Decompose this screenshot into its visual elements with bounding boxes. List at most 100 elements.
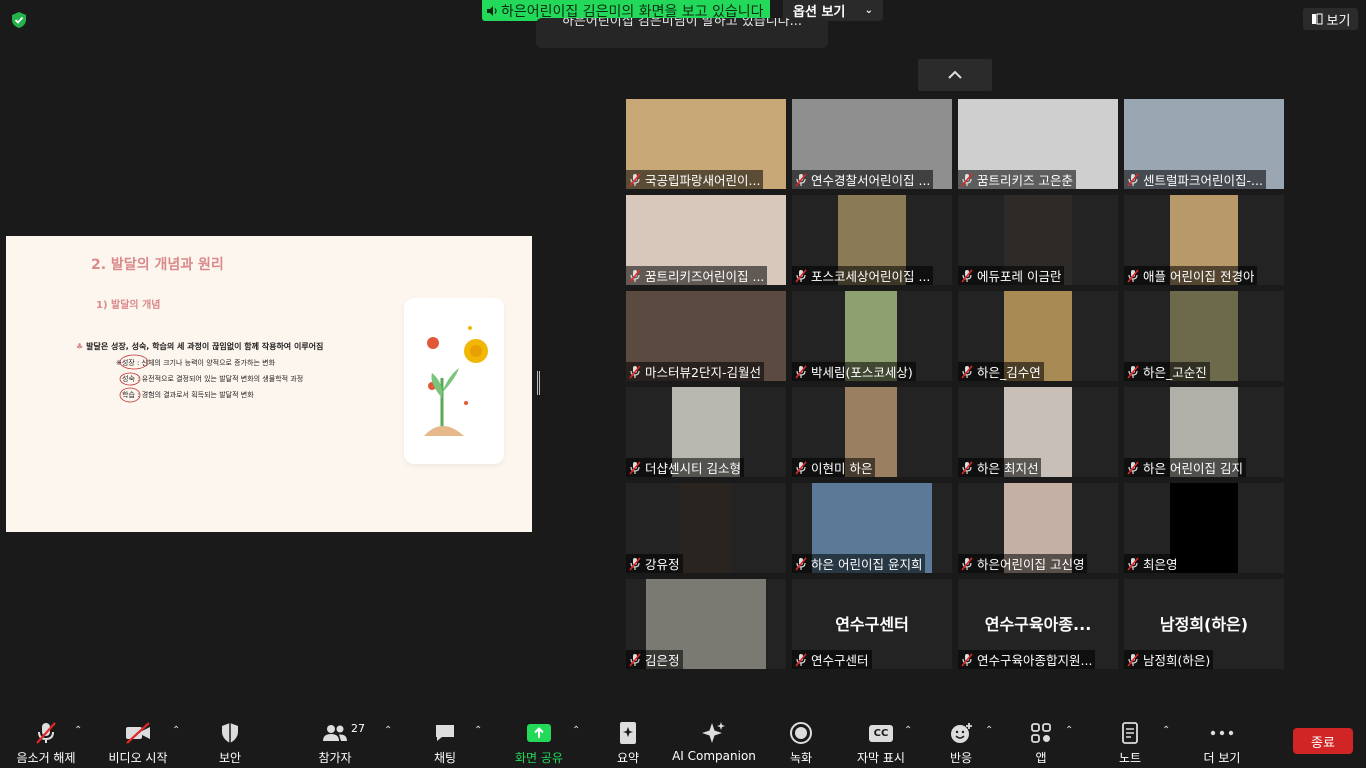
participant-tile[interactable]: 하은 어린이집 김지	[1124, 387, 1284, 477]
notes-options-caret[interactable]: ⌃	[1162, 725, 1170, 736]
more-dots-icon	[1210, 730, 1234, 736]
chat-bubble-icon	[436, 725, 454, 741]
encryption-shield-icon[interactable]	[10, 11, 28, 29]
microphone-muted-icon	[961, 556, 973, 571]
participant-tile[interactable]: 꿈트리키즈어린이집 ...	[626, 195, 786, 285]
participant-name-bar: 포스코세상어린이집 ...	[792, 266, 934, 285]
participant-name: 하은어린이집 고신영	[977, 557, 1085, 572]
microphone-muted-icon	[961, 460, 973, 475]
microphone-muted-icon	[795, 268, 807, 283]
apps-options-caret[interactable]: ⌃	[1065, 725, 1073, 736]
participant-tile[interactable]: 이현미 하은	[792, 387, 952, 477]
participant-tile[interactable]: 포스코세상어린이집 ...	[792, 195, 952, 285]
video-off-icon	[126, 722, 150, 744]
participant-name: 포스코세상어린이집 ...	[811, 269, 931, 284]
participant-tile[interactable]: 연수구센터 연수구센터	[792, 579, 952, 669]
speaker-icon	[487, 5, 497, 16]
captions-options-caret[interactable]: ⌃	[904, 725, 912, 736]
view-button[interactable]: 보기	[1303, 8, 1358, 30]
security-button[interactable]: 보안	[205, 712, 255, 768]
participant-name-bar: 김은정	[626, 650, 683, 669]
participant-display-name: 남정희(하은)	[1159, 615, 1249, 634]
participant-name: 꿈트리키즈 고은춘	[977, 173, 1073, 188]
microphone-muted-icon	[795, 556, 807, 571]
participant-tile[interactable]: 박세림(포스코세상)	[792, 291, 952, 381]
participant-tile[interactable]: 남정희(하은) 남정희(하은)	[1124, 579, 1284, 669]
participant-name: 최은영	[1143, 557, 1178, 572]
participant-name: 강유정	[645, 557, 680, 572]
collapse-gallery-button[interactable]	[918, 59, 992, 91]
notes-button[interactable]: 노트	[1105, 712, 1155, 768]
participants-icon	[323, 725, 347, 741]
participant-name: 연수구육아종합지원...	[977, 653, 1093, 668]
reactions-label: 반응	[949, 751, 973, 765]
participants-label: 참가자	[318, 751, 352, 765]
participant-tile[interactable]: 에듀포레 이금란	[958, 195, 1118, 285]
reactions-button[interactable]: 반응	[936, 712, 986, 768]
video-options-caret[interactable]: ⌃	[172, 725, 180, 736]
participant-tile[interactable]: 연수구육아종... 연수구육아종합지원...	[958, 579, 1118, 669]
participant-name: 하은_고순진	[1143, 365, 1207, 380]
share-screen-button[interactable]: 화면 공유	[507, 712, 571, 768]
microphone-muted-icon	[1127, 556, 1139, 571]
captions-button[interactable]: CC 자막 표시	[852, 712, 910, 768]
participant-name-bar: 꿈트리키즈 고은춘	[958, 170, 1076, 189]
resize-handle[interactable]	[537, 371, 540, 395]
participant-name: 연수경찰서어린이집 ...	[811, 173, 931, 188]
participant-tile[interactable]: 하은_김수연	[958, 291, 1118, 381]
share-options-caret[interactable]: ⌃	[572, 725, 580, 736]
ai-sparkle-icon	[702, 722, 725, 743]
audio-options-caret[interactable]: ⌃	[74, 725, 82, 736]
participant-name: 국공립파랑새어린이...	[645, 173, 761, 188]
participant-tile[interactable]: 하은 어린이집 윤지희	[792, 483, 952, 573]
participant-name-bar: 하은_김수연	[958, 362, 1044, 381]
participant-tile[interactable]: 하은_고순진	[1124, 291, 1284, 381]
participant-tile[interactable]: 최은영	[1124, 483, 1284, 573]
participant-tile[interactable]: 국공립파랑새어린이...	[626, 99, 786, 189]
reactions-options-caret[interactable]: ⌃	[985, 725, 993, 736]
participant-name-bar: 국공립파랑새어린이...	[626, 170, 764, 189]
notes-icon	[1122, 722, 1138, 744]
participant-tile[interactable]: 센트럴파크어린이집-...	[1124, 99, 1284, 189]
active-speaker-text: 하은어린이집 김은미님이 말하고 있습니다...	[561, 18, 803, 29]
participants-count: 27	[351, 722, 365, 735]
participant-tile[interactable]: 하은 최지선	[958, 387, 1118, 477]
microphone-muted-icon	[1127, 652, 1139, 667]
participant-tile[interactable]: 꿈트리키즈 고은춘	[958, 99, 1118, 189]
participant-name: 더샵센시티 김소형	[645, 461, 741, 476]
chat-options-caret[interactable]: ⌃	[474, 725, 482, 736]
participant-tile[interactable]: 애플 어린이집 전경아	[1124, 195, 1284, 285]
chat-label: 채팅	[433, 751, 457, 765]
participant-name: 연수구센터	[811, 653, 869, 668]
microphone-muted-icon	[629, 268, 641, 283]
apps-button[interactable]: 앱	[1016, 712, 1066, 768]
ai-companion-button[interactable]: AI Companion	[672, 712, 756, 768]
participant-tile[interactable]: 연수경찰서어린이집 ...	[792, 99, 952, 189]
participant-display-name: 연수구육아종...	[984, 615, 1092, 634]
participant-tile[interactable]: 마스터뷰2단지-김월선	[626, 291, 786, 381]
participant-name-bar: 박세림(포스코세상)	[792, 362, 916, 381]
participant-name-bar: 강유정	[626, 554, 683, 573]
participant-tile[interactable]: 김은정	[626, 579, 786, 669]
summary-button[interactable]: 요약	[603, 712, 653, 768]
chevron-down-icon: ⌄	[864, 5, 873, 16]
record-button[interactable]: 녹화	[776, 712, 826, 768]
participant-name-bar: 연수구센터	[792, 650, 872, 669]
end-meeting-button[interactable]: 종료	[1293, 728, 1353, 754]
slide-subtitle: 1) 발달의 개념	[96, 300, 161, 311]
participants-button[interactable]: 참가자	[310, 712, 360, 768]
participants-options-caret[interactable]: ⌃	[384, 725, 392, 736]
participant-tile[interactable]: 하은어린이집 고신영	[958, 483, 1118, 573]
unmute-label: 음소거 해제	[16, 751, 76, 765]
share-screen-icon	[527, 724, 551, 742]
unmute-button[interactable]: 음소거 해제	[12, 712, 80, 768]
participant-tile[interactable]: 더샵센시티 김소형	[626, 387, 786, 477]
chat-button[interactable]: 채팅	[420, 712, 470, 768]
participant-tile[interactable]: 강유정	[626, 483, 786, 573]
participant-name-bar: 이현미 하은	[792, 458, 876, 477]
more-button[interactable]: 더 보기	[1194, 712, 1250, 768]
microphone-muted-icon	[629, 460, 641, 475]
start-video-button[interactable]: 비디오 시작	[104, 712, 172, 768]
slide-illustration-card	[404, 298, 504, 464]
microphone-muted-icon	[795, 652, 807, 667]
